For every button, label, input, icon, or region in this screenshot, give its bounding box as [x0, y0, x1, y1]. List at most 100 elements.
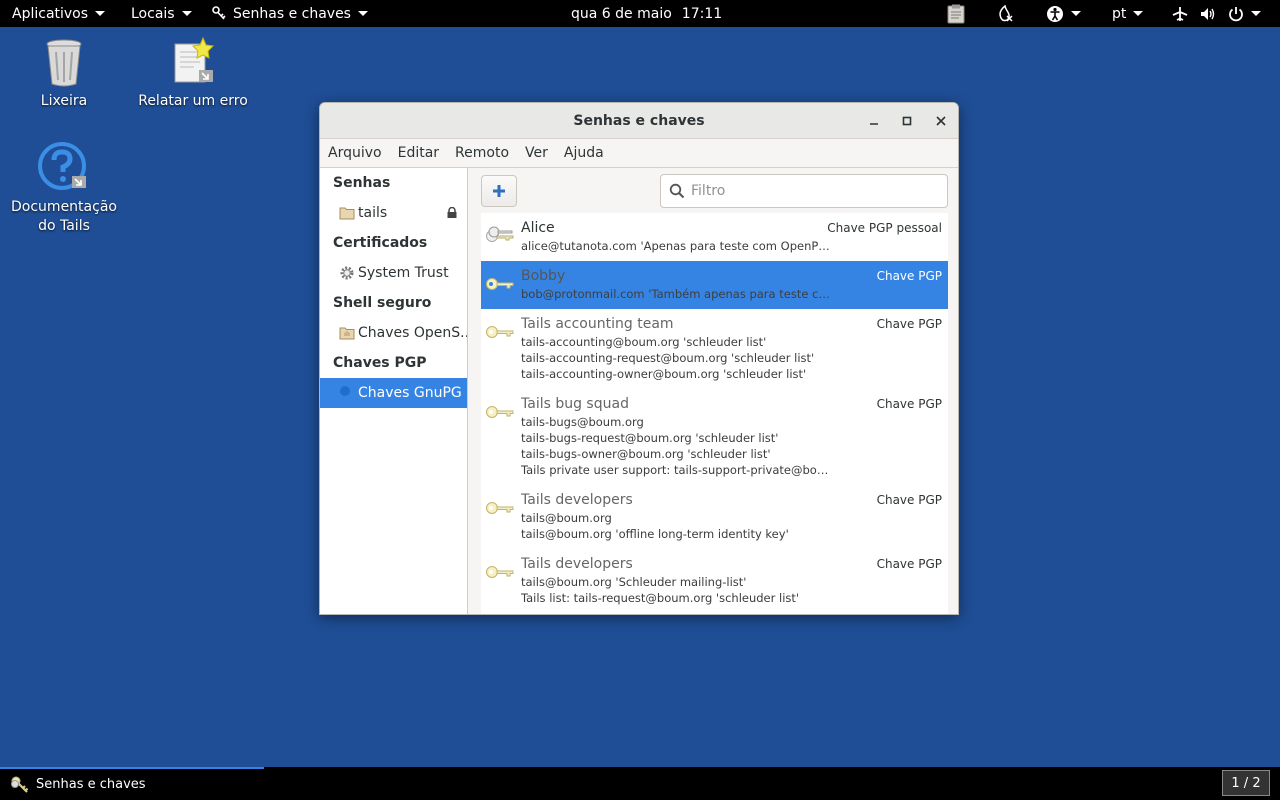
tor-status-icon[interactable]	[996, 0, 1014, 27]
key-uid: Tails private user support: tails-suppor…	[521, 463, 833, 477]
key-type: Chave PGP	[876, 557, 942, 571]
chevron-down-icon	[1251, 11, 1261, 16]
desktop-tails-docs-label-1: Documentação	[11, 199, 117, 215]
gnupg-icon	[340, 386, 350, 396]
clock-time: 17:11	[681, 5, 723, 22]
close-button[interactable]	[931, 111, 951, 131]
sidebar-item-openssh-keys[interactable]: Chaves OpenS...	[320, 318, 467, 348]
menu-ver[interactable]: Ver	[525, 145, 548, 161]
key-pair-icon	[486, 226, 514, 242]
key-row[interactable]: Tails bug squad tails-bugs@boum.org tail…	[481, 389, 948, 485]
workspace-pager[interactable]: 1 / 2	[1222, 770, 1270, 796]
key-uid: tails-bugs-request@boum.org 'schleuder l…	[521, 431, 779, 445]
trash-icon	[46, 39, 82, 87]
folder-home-icon	[339, 327, 355, 340]
key-row[interactable]: Alice alice@tutanota.com 'Apenas para te…	[481, 213, 948, 261]
window-title: Senhas e chaves	[573, 112, 705, 129]
chevron-down-icon	[95, 11, 106, 16]
filter-field[interactable]	[660, 174, 948, 208]
desktop-tails-docs[interactable]: Documentação do Tails	[4, 142, 124, 236]
key-icon	[486, 326, 514, 338]
folder-icon	[339, 207, 355, 220]
key-type: Chave PGP	[876, 493, 942, 507]
desktop-report-bug[interactable]: Relatar um erro	[133, 36, 253, 111]
chevron-down-icon	[357, 11, 368, 16]
key-uid: tails-bugs-owner@boum.org 'schleuder lis…	[521, 447, 771, 461]
sidebar-heading-certificates: Certificados	[333, 235, 428, 251]
sidebar-item-openssh-keys-label: Chaves OpenS...	[358, 325, 467, 341]
clock[interactable]: qua 6 de maio 17:11	[571, 0, 732, 27]
menu-ajuda[interactable]: Ajuda	[564, 145, 604, 161]
taskbar-item-senhas-e-chaves[interactable]: Senhas e chaves	[0, 767, 264, 800]
language-menu[interactable]: pt	[1112, 0, 1144, 27]
maximize-icon	[902, 116, 912, 126]
key-icon	[486, 502, 514, 514]
maximize-button[interactable]	[897, 111, 917, 131]
applications-menu[interactable]: Aplicativos	[12, 0, 106, 27]
bottom-panel: Senhas e chaves 1 / 2	[0, 767, 1280, 800]
key-row[interactable]: Tails developers tails@boum.org 'Schleud…	[481, 549, 948, 613]
airplane-icon	[1172, 6, 1188, 21]
menu-editar[interactable]: Editar	[398, 145, 439, 161]
key-uid: bob@protonmail.com 'Também apenas para t…	[521, 287, 833, 301]
sidebar-item-tails-label: tails	[358, 205, 388, 221]
key-type: Chave PGP	[876, 397, 942, 411]
sidebar: Senhas tails Certificados System Trust S…	[320, 168, 468, 614]
desktop-report-bug-label: Relatar um erro	[138, 93, 248, 109]
key-icon	[486, 406, 514, 418]
key-uid: tails@boum.org 'offline long-term identi…	[521, 527, 789, 541]
key-uid: Tails list: tails-request@boum.org 'schl…	[521, 591, 800, 605]
key-row[interactable]: Tails accounting team tails-accounting@b…	[481, 309, 948, 389]
menu-remoto[interactable]: Remoto	[455, 145, 509, 161]
taskbar-item-label: Senhas e chaves	[36, 777, 146, 792]
key-icon	[486, 566, 514, 578]
lock-icon	[447, 207, 457, 218]
key-content: Alice alice@tutanota.com 'Apenas para te…	[469, 168, 958, 614]
key-type: Chave PGP	[876, 269, 942, 283]
add-button[interactable]	[481, 175, 517, 207]
report-bug-icon	[174, 36, 215, 83]
sidebar-heading-pgp-keys: Chaves PGP	[333, 355, 427, 371]
volume-icon	[1201, 7, 1215, 20]
desktop-trash[interactable]: Lixeira	[4, 36, 124, 111]
chevron-down-icon	[1071, 11, 1081, 16]
window-titlebar[interactable]: Senhas e chaves	[320, 103, 958, 139]
key-uid: tails-bugs@boum.org	[521, 415, 644, 429]
clipboard-icon[interactable]	[947, 0, 965, 27]
key-uid: tails-accounting-owner@boum.org 'schleud…	[521, 367, 807, 381]
filter-input[interactable]	[691, 183, 931, 199]
close-icon	[936, 116, 946, 126]
sidebar-heading-secure-shell: Shell seguro	[333, 295, 432, 311]
keys-icon	[212, 5, 226, 20]
key-row[interactable]: Tails developers tails@boum.org tails@bo…	[481, 485, 948, 549]
workspace-pager-label: 1 / 2	[1231, 775, 1261, 791]
app-menu[interactable]: Senhas e chaves	[211, 0, 368, 27]
places-menu-label: Locais	[131, 5, 175, 22]
clock-date: qua 6 de maio	[571, 5, 672, 22]
key-row[interactable]: Bobby bob@protonmail.com 'Também apenas …	[481, 261, 948, 309]
key-uid: tails-accounting-request@boum.org 'schle…	[521, 351, 815, 365]
sidebar-item-gnupg-keys-label: Chaves GnuPG	[358, 385, 462, 401]
sidebar-item-system-trust[interactable]: System Trust	[320, 258, 467, 288]
minimize-button[interactable]	[864, 111, 884, 131]
key-list: Alice alice@tutanota.com 'Apenas para te…	[481, 213, 948, 614]
desktop-tails-docs-label-2: do Tails	[38, 218, 90, 234]
menubar: Arquivo Editar Remoto Ver Ajuda	[320, 139, 958, 168]
language-label: pt	[1112, 5, 1127, 22]
chevron-down-icon	[1133, 11, 1144, 16]
window-body: Senhas tails Certificados System Trust S…	[320, 168, 958, 614]
accessibility-menu[interactable]	[1046, 0, 1081, 27]
applications-menu-label: Aplicativos	[12, 5, 89, 22]
menu-arquivo[interactable]: Arquivo	[328, 145, 382, 161]
places-menu[interactable]: Locais	[131, 0, 192, 27]
sidebar-item-gnupg-keys[interactable]: Chaves GnuPG	[320, 378, 467, 408]
key-type: Chave PGP	[876, 317, 942, 331]
system-menu[interactable]	[1172, 0, 1261, 27]
seahorse-window: Senhas e chaves Arquivo Editar Remoto Ve…	[319, 102, 959, 615]
keys-icon	[11, 776, 29, 793]
sidebar-item-tails[interactable]: tails	[320, 198, 467, 228]
search-icon	[669, 183, 685, 199]
minimize-icon	[870, 123, 878, 125]
help-icon	[38, 142, 86, 190]
key-uid: tails@boum.org 'Schleuder mailing-list'	[521, 575, 747, 589]
